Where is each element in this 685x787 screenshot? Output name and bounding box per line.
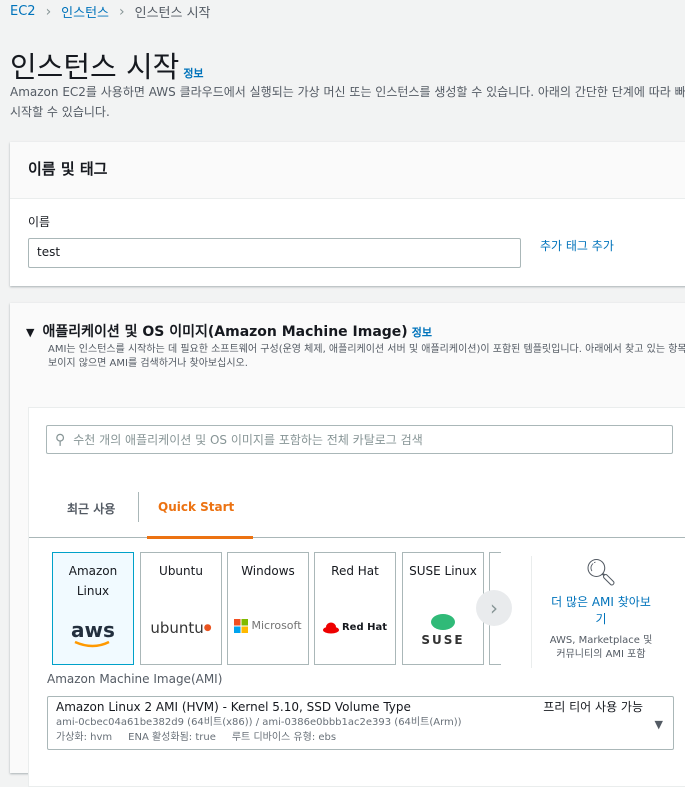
browse-more[interactable]: 🔍︎ 더 많은 AMI 찾아보기 AWS, Marketplace 및 커뮤니티… [541, 558, 661, 662]
ami-card-amazon-linux[interactable]: Amazon Linux aws [52, 552, 134, 665]
breadcrumb-current: 인스턴스 시작 [134, 6, 211, 21]
free-tier-badge: 프리 티어 사용 가능 [543, 700, 643, 714]
next-button[interactable]: › [476, 590, 512, 626]
card-label: Red Hat [331, 564, 379, 578]
ami-virt: 가상화: hvm [56, 732, 113, 743]
ami-ena: ENA 활성화됨: true [128, 732, 216, 743]
caret-down-icon: ▼ [654, 718, 663, 731]
card-label: Amazon Linux [68, 564, 118, 598]
browse-more-subtext: AWS, Marketplace 및 커뮤니티의 AMI 포함 [549, 635, 653, 660]
redhat-logo: Red Hat [315, 618, 395, 638]
ami-search-input[interactable]: ⚲ 수천 개의 애플리케이션 및 OS 이미지를 포함하는 전체 카탈로그 검색 [46, 425, 673, 454]
divider [531, 556, 532, 668]
panel-header: 이름 및 태그 [10, 142, 685, 199]
tab-quick-start[interactable]: Quick Start [158, 500, 234, 514]
ami-selected-ids: ami-0cbec04a61be382d9 (64비트(x86)) / ami-… [56, 717, 462, 728]
ami-tabs: 최근 사용 Quick Start [29, 472, 685, 539]
chevron-right-icon: › [119, 3, 125, 20]
info-link[interactable]: 정보 [412, 326, 432, 339]
card-label: Windows [241, 564, 295, 578]
ami-header-text: 애플리케이션 및 OS 이미지(Amazon Machine Image) [42, 324, 408, 340]
breadcrumb-ec2[interactable]: EC2 [10, 4, 36, 19]
tab-underline [147, 536, 253, 539]
ami-header[interactable]: ▼ 애플리케이션 및 OS 이미지(Amazon Machine Image) 정보 [26, 321, 432, 341]
chevron-right-icon: › [45, 3, 52, 20]
chevron-right-icon: › [490, 596, 498, 620]
aws-logo: aws [53, 620, 133, 648]
tab-divider [138, 492, 139, 522]
ami-catalog: ⚲ 수천 개의 애플리케이션 및 OS 이미지를 포함하는 전체 카탈로그 검색… [28, 407, 685, 787]
ami-select-label: Amazon Machine Image(AMI) [47, 672, 223, 686]
ami-card-suse[interactable]: SUSE Linux SUSE [402, 552, 484, 665]
name-label: 이름 [28, 215, 51, 229]
ami-select[interactable]: Amazon Linux 2 AMI (HVM) - Kernel 5.10, … [47, 696, 674, 750]
card-label: SUSE Linux [409, 564, 477, 578]
search-icon: ⚲ [55, 431, 66, 448]
page-description: Amazon EC2를 사용하면 AWS 클라우드에서 실행되는 가상 머신 또… [10, 85, 685, 119]
browse-more-link[interactable]: 더 많은 AMI 찾아보기 [541, 594, 661, 628]
ami-card-windows[interactable]: Windows Microsoft [227, 552, 309, 665]
search-placeholder: 수천 개의 애플리케이션 및 OS 이미지를 포함하는 전체 카탈로그 검색 [73, 433, 423, 447]
tab-recent[interactable]: 최근 사용 [67, 500, 115, 517]
breadcrumb: EC2 › 인스턴스 › 인스턴스 시작 [10, 2, 211, 22]
search-icon: 🔍︎ [584, 558, 618, 588]
caret-down-icon: ▼ [26, 326, 35, 339]
name-input[interactable]: test [28, 238, 521, 268]
add-tags-link[interactable]: 추가 태그 추가 [540, 237, 614, 254]
ami-root: 루트 디바이스 유형: ebs [231, 732, 337, 743]
page-title-text: 인스턴스 시작 [10, 50, 180, 84]
page-title: 인스턴스 시작 정보 [10, 44, 204, 86]
ami-card-ubuntu[interactable]: Ubuntu ubuntu ● [140, 552, 222, 665]
ami-panel: ▼ 애플리케이션 및 OS 이미지(Amazon Machine Image) 정보… [10, 303, 685, 787]
card-label: Ubuntu [159, 564, 203, 578]
ami-description: AMI는 인스턴스를 시작하는 데 필요한 소프트웨어 구성(운영 체제, 애플… [48, 344, 685, 369]
ami-card-red-hat[interactable]: Red Hat Red Hat [314, 552, 396, 665]
ami-selected-attrs: 가상화: hvm ENA 활성화됨: true 루트 디바이스 유형: ebs [56, 730, 665, 745]
ubuntu-logo: ubuntu ● [150, 619, 212, 637]
suse-logo: SUSE [403, 612, 483, 650]
name-tags-panel: 이름 및 태그 이름 test 추가 태그 추가 [10, 142, 685, 286]
breadcrumb-instances[interactable]: 인스턴스 [61, 2, 109, 21]
microsoft-logo: Microsoft [228, 616, 308, 636]
info-link[interactable]: 정보 [183, 67, 203, 80]
